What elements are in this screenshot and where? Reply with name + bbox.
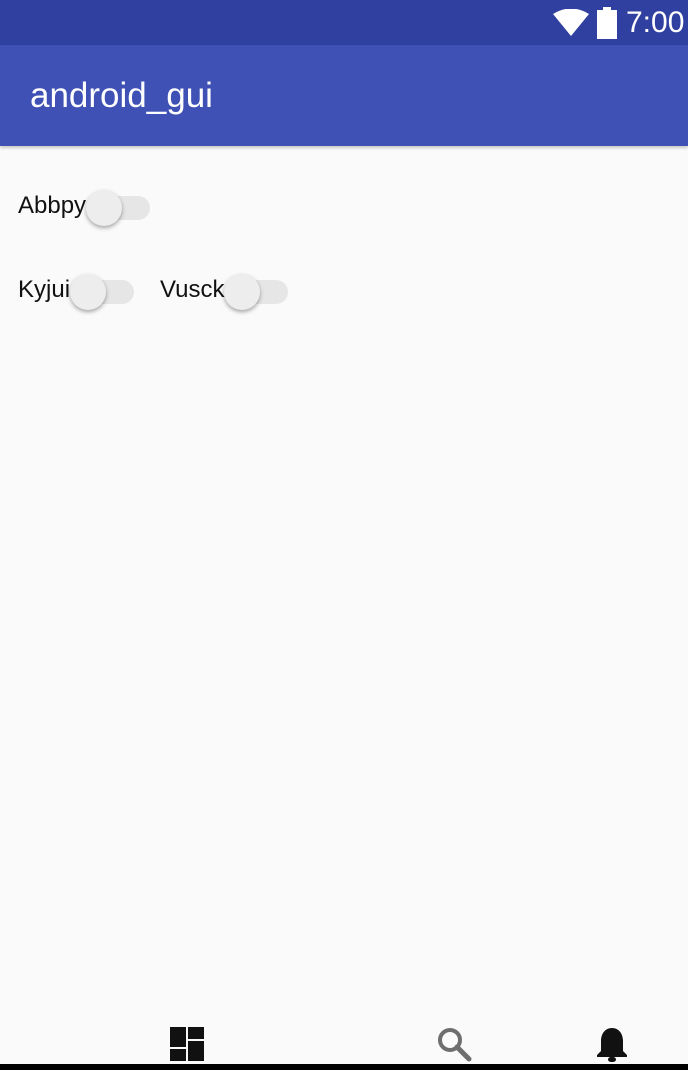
wifi-icon (553, 9, 589, 36)
toggle-switch[interactable] (224, 270, 290, 310)
switch-thumb[interactable] (70, 274, 107, 310)
bottom-navigation (0, 1010, 688, 1070)
switch-row-abbpy[interactable]: Abbpy (18, 186, 152, 226)
toggle-switch[interactable] (70, 270, 136, 310)
notifications-icon[interactable] (594, 1026, 630, 1062)
app-bar: android_gui (0, 45, 688, 146)
search-icon[interactable] (436, 1026, 472, 1062)
app-screen: 7:00 android_gui Abbpy Kyjui Vusck (0, 0, 688, 1070)
status-bar: 7:00 (0, 0, 688, 45)
dashboard-icon[interactable] (169, 1026, 205, 1062)
screen-bottom-edge (0, 1064, 688, 1070)
switch-label: Abbpy (18, 192, 87, 219)
switch-label: Kyjui (18, 276, 71, 303)
switch-thumb[interactable] (224, 274, 261, 310)
status-time: 7:00 (626, 6, 685, 39)
switch-thumb[interactable] (86, 190, 123, 226)
switch-label: Vusck (160, 276, 225, 303)
battery-icon (597, 7, 617, 39)
toggle-switch[interactable] (86, 186, 152, 226)
app-title: android_gui (30, 76, 213, 115)
switch-row-kyjui[interactable]: Kyjui (18, 270, 136, 310)
switch-row-vusck[interactable]: Vusck (160, 270, 290, 310)
